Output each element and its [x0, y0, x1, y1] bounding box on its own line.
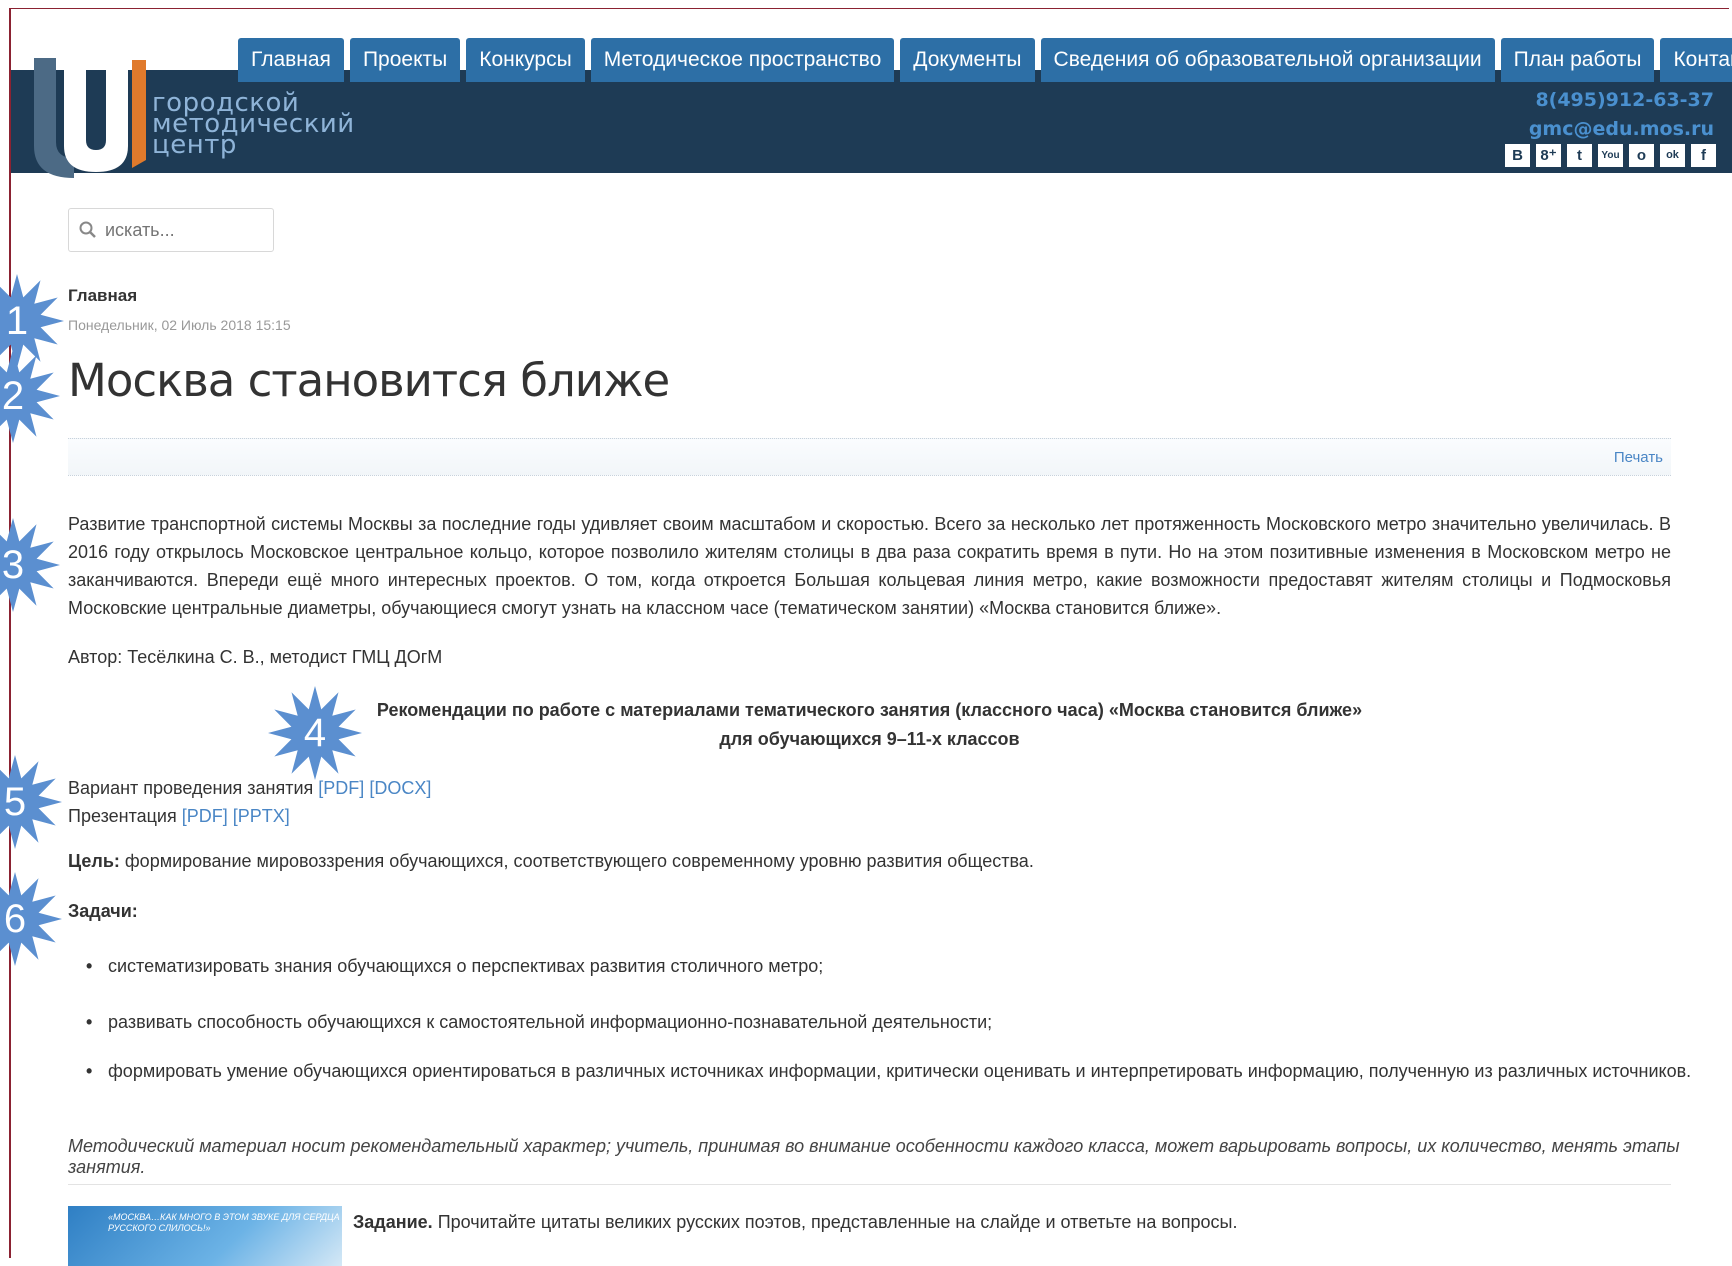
youtube-icon[interactable]: You	[1598, 144, 1623, 167]
marker-4: 4	[268, 686, 362, 780]
marker-label: 2	[1, 373, 25, 418]
variant-pdf-link[interactable]: [PDF]	[318, 778, 364, 798]
intro-paragraph: Развитие транспортной системы Москвы за …	[68, 514, 1671, 618]
publish-date: Понедельник, 02 Июль 2018 15:15	[68, 317, 291, 333]
goal-line: Цель: формирование мировоззрения обучающ…	[68, 851, 1034, 872]
search-input[interactable]	[103, 218, 267, 242]
logo-text: городской методический центр	[152, 90, 355, 158]
goal-text: формирование мировоззрения обучающихся, …	[119, 851, 1034, 871]
downloads-block: Вариант проведения занятия [PDF] [DOCX] …	[68, 774, 431, 830]
presentation-pdf-link[interactable]: [PDF]	[182, 806, 228, 826]
breadcrumb[interactable]: Главная	[68, 286, 137, 306]
task-text: Прочитайте цитаты великих русских поэтов…	[432, 1212, 1238, 1232]
tasks-heading: Задачи:	[68, 901, 138, 921]
nav-tab-home[interactable]: Главная	[238, 38, 344, 82]
nav-tab-contacts[interactable]: Контакты	[1660, 38, 1732, 82]
marker-label: 5	[3, 779, 27, 824]
vk-icon[interactable]: В	[1505, 144, 1530, 167]
slide-thumbnail[interactable]: «МОСКВА…КАК МНОГО В ЭТОМ ЗВУКЕ ДЛЯ СЕРДЦ…	[68, 1206, 342, 1266]
presentation-row: Презентация [PDF] [PPTX]	[68, 802, 431, 830]
page-title: Москва становится ближе	[68, 354, 670, 407]
goal-label: Цель:	[68, 851, 120, 871]
marker-5: 5	[0, 755, 62, 849]
list-item: развивать способность обучающихся к само…	[86, 1008, 1693, 1037]
list-item: систематизировать знания обучающихся о п…	[86, 952, 1693, 981]
main-nav: Главная Проекты Конкурсы Методическое пр…	[238, 38, 1732, 82]
social-links: В 8⁺ t You o ok f	[1505, 144, 1716, 167]
nav-tab-work-plan[interactable]: План работы	[1500, 38, 1655, 82]
contact-info: 8(495)912-63-37 gmc@edu.mos.ru	[1529, 86, 1714, 144]
article-toolbar: Печать	[68, 438, 1671, 476]
marker-label: 4	[303, 710, 327, 755]
marker-label: 3	[1, 542, 25, 587]
marker-2: 2	[0, 349, 60, 443]
search-icon	[79, 221, 96, 238]
facebook-icon[interactable]: f	[1691, 144, 1716, 167]
task-line: Задание. Прочитайте цитаты великих русск…	[353, 1212, 1237, 1233]
thumbnail-caption: «МОСКВА…КАК МНОГО В ЭТОМ ЗВУКЕ ДЛЯ СЕРДЦ…	[108, 1212, 340, 1233]
nav-tab-contests[interactable]: Конкурсы	[466, 38, 585, 82]
variant-docx-link[interactable]: [DOCX]	[369, 778, 431, 798]
print-link[interactable]: Печать	[1614, 449, 1663, 466]
nav-tab-organization-info[interactable]: Сведения об образовательной организации	[1040, 38, 1495, 82]
search-box	[68, 208, 274, 252]
nav-tab-methodical-space[interactable]: Методическое пространство	[590, 38, 895, 82]
twitter-icon[interactable]: t	[1567, 144, 1592, 167]
phone-number: 8(495)912-63-37	[1535, 89, 1714, 111]
author-line: Автор: Тесёлкина С. В., методист ГМЦ ДОг…	[68, 647, 443, 667]
presentation-label: Презентация	[68, 806, 182, 826]
nav-tab-projects[interactable]: Проекты	[349, 38, 461, 82]
marker-3: 3	[0, 518, 60, 612]
logo-icon[interactable]	[34, 50, 146, 178]
variant-label: Вариант проведения занятия	[68, 778, 319, 798]
variant-row: Вариант проведения занятия [PDF] [DOCX]	[68, 774, 431, 802]
task-label: Задание.	[353, 1212, 433, 1232]
livejournal-icon[interactable]: o	[1629, 144, 1654, 167]
google-plus-icon[interactable]: 8⁺	[1536, 144, 1561, 167]
list-item: формировать умение обучающихся ориентиро…	[86, 1057, 1693, 1086]
marker-6: 6	[0, 872, 62, 966]
nav-tab-documents[interactable]: Документы	[900, 38, 1035, 82]
odnoklassniki-icon[interactable]: ok	[1660, 144, 1685, 167]
methodical-note: Методический материал носит рекомендател…	[68, 1136, 1680, 1177]
presentation-pptx-link[interactable]: [PPTX]	[233, 806, 290, 826]
email-link[interactable]: gmc@edu.mos.ru	[1529, 115, 1714, 144]
marker-label: 6	[3, 896, 27, 941]
divider	[68, 1184, 1671, 1185]
